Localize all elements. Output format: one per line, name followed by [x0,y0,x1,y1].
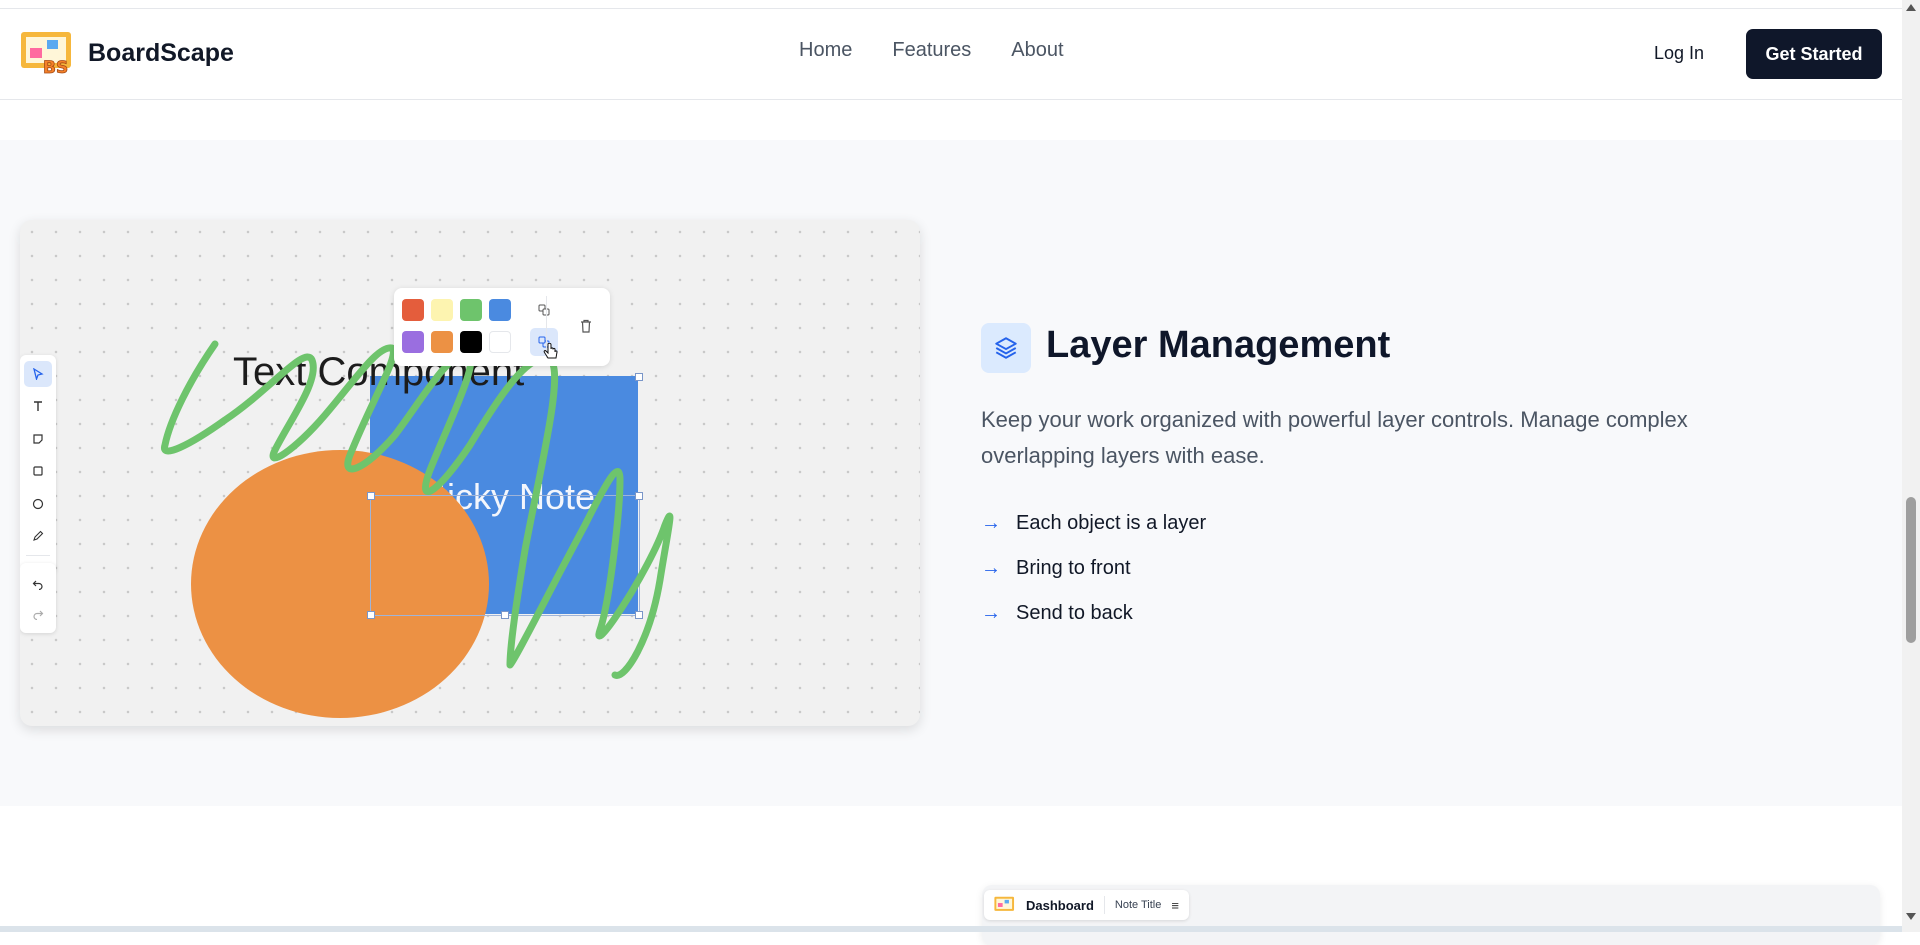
get-started-button[interactable]: Get Started [1746,29,1882,79]
scroll-up-icon[interactable] [1906,4,1916,11]
bullet-text: Bring to front [1016,557,1131,579]
feature-description: Keep your work organized with powerful l… [981,407,1688,468]
list-item: → Each object is a layer [981,501,1206,546]
swatch-orange[interactable] [431,331,453,353]
swatch-black[interactable] [460,331,482,353]
feature-title: Layer Management [1046,324,1391,366]
feature-bullets: → Each object is a layer → Bring to front … [981,501,1206,636]
trash-icon[interactable] [572,312,600,340]
layers-icon [981,323,1031,373]
scroll-thumb[interactable] [1906,497,1916,643]
boardscape-logo: BS [20,31,76,78]
nav-home[interactable]: Home [799,39,852,62]
nav-about[interactable]: About [1011,39,1063,62]
list-item: → Bring to front [981,546,1206,591]
swatch-green[interactable] [460,299,482,321]
swatch-white[interactable] [489,331,511,353]
site-header: BS BoardScape Home Features About Log In… [0,9,1902,100]
main-nav: Home Features About [799,39,1064,62]
feature-section: Sticky Note Text Component Layer Managem… [0,140,1902,806]
swatch-red[interactable] [402,299,424,321]
page-scrollbar[interactable] [1902,0,1920,932]
login-link[interactable]: Log In [1654,43,1704,64]
bottom-edge [0,926,1902,932]
color-palette [394,288,610,366]
brand-name: BoardScape [88,38,234,67]
top-edge [0,0,1902,9]
arrow-right-icon: → [981,512,1001,534]
pointer-cursor-icon [543,343,558,359]
next-feature-preview: Dashboard Note Title ≡ [982,885,1880,945]
scroll-down-icon[interactable] [1906,913,1916,920]
menu-icon[interactable]: ≡ [1171,898,1179,913]
bring-to-front-icon[interactable] [530,296,558,324]
preview-toolbar: Dashboard Note Title ≡ [984,890,1189,920]
swatch-purple[interactable] [402,331,424,353]
demo-canvas: Sticky Note Text Component [20,220,920,726]
svg-text:BS: BS [43,58,68,75]
bullet-text: Send to back [1016,602,1133,624]
swatch-yellow[interactable] [431,299,453,321]
arrow-right-icon: → [981,557,1001,579]
arrow-right-icon: → [981,602,1001,624]
nav-features[interactable]: Features [892,39,971,62]
note-title[interactable]: Note Title [1115,899,1161,911]
list-item: → Send to back [981,591,1206,636]
swatch-blue[interactable] [489,299,511,321]
bullet-text: Each object is a layer [1016,512,1207,534]
boardscape-logo-small [994,896,1015,911]
toolbar-divider [1103,896,1105,914]
brand[interactable]: BS BoardScape [20,31,234,78]
dashboard-label[interactable]: Dashboard [1026,898,1094,913]
